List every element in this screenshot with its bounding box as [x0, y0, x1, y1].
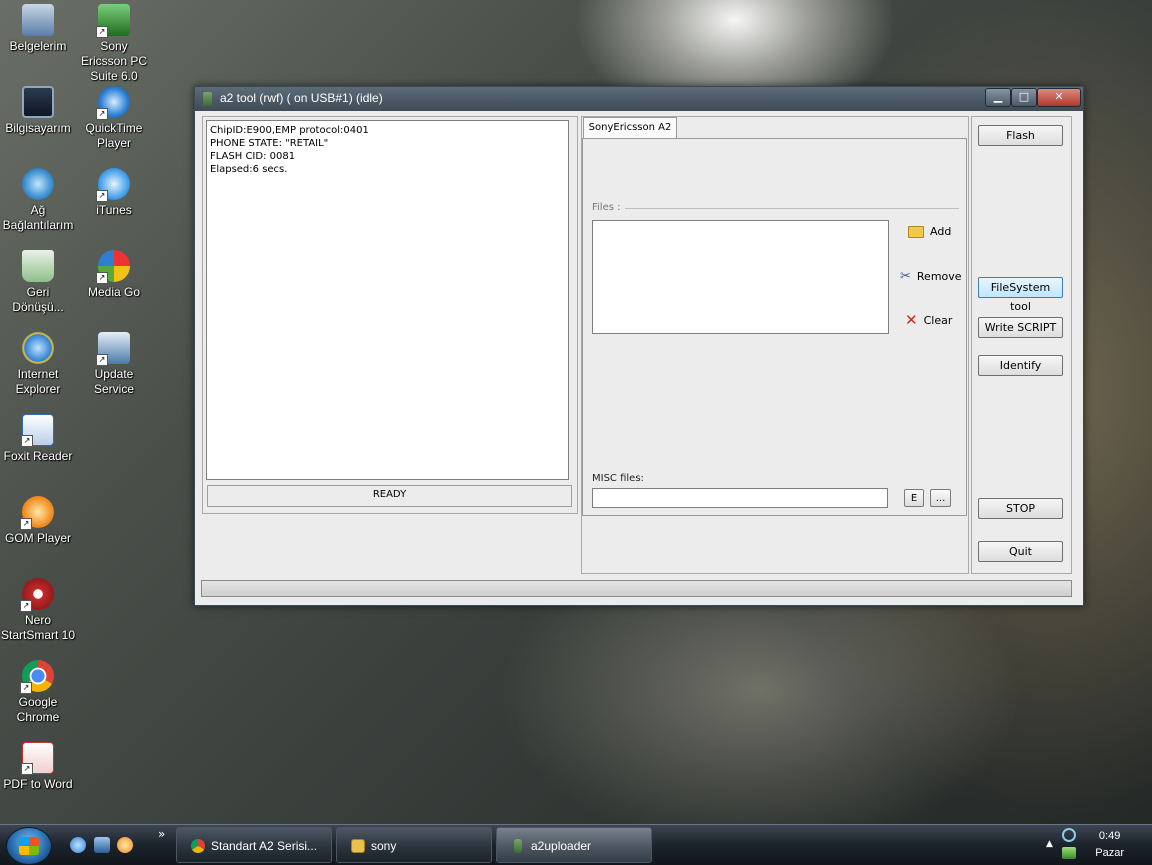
stop-button[interactable]: STOP — [978, 498, 1063, 519]
taskbar: » Standart A2 Serisi... sony a2uploader … — [0, 824, 1152, 865]
e-button[interactable]: E — [904, 489, 924, 507]
log-line: PHONE STATE: "RETAIL" — [210, 138, 329, 149]
red-x-icon: ✕ — [905, 311, 918, 329]
close-button[interactable]: ✕ — [1037, 88, 1081, 107]
gom-player-icon[interactable] — [117, 837, 133, 853]
identify-button[interactable]: Identify — [978, 355, 1063, 376]
remove-button[interactable]: ✂ Remove — [900, 269, 962, 284]
documents-icon — [22, 4, 54, 36]
quick-launch-overflow[interactable]: » — [158, 827, 165, 841]
maximize-button[interactable]: □ — [1011, 88, 1037, 107]
network-globe-icon — [22, 168, 54, 200]
pdf-to-word-icon: ↗ — [21, 742, 54, 775]
taskbar-item-sony[interactable]: sony — [336, 827, 492, 863]
clock-day: Pazar — [1095, 847, 1124, 859]
system-tray: ▲ 0:49 Pazar — [1042, 825, 1152, 865]
clock-time: 0:49 — [1098, 830, 1121, 842]
misc-files-input[interactable] — [592, 488, 888, 508]
files-label: Files : — [592, 202, 621, 213]
windows-logo-icon — [19, 837, 39, 855]
desktop-icon-media-go[interactable]: ↗ Media Go — [76, 250, 152, 300]
desktop-icon-internet-explorer[interactable]: Internet Explorer — [0, 332, 76, 397]
log-line: FLASH CID: 0081 — [210, 151, 296, 162]
tab-sonyericsson-a2[interactable]: SonyEricsson A2 — [583, 117, 677, 140]
start-button[interactable] — [6, 827, 52, 865]
status-bar: READY — [207, 485, 572, 507]
update-service-icon: ↗ — [96, 332, 130, 366]
taskbar-item-label: sony — [371, 839, 397, 853]
log-output[interactable]: ChipID:E900,EMP protocol:0401 PHONE STAT… — [206, 120, 569, 480]
add-button[interactable]: Add — [908, 225, 951, 238]
desktop-icon-belgelerim[interactable]: Belgelerim — [0, 4, 76, 54]
taskbar-item-chrome[interactable]: Standart A2 Serisi... — [176, 827, 332, 863]
misc-files-label: MISC files: — [592, 473, 644, 484]
nero-icon: ↗ — [20, 578, 54, 612]
folder-icon — [351, 839, 365, 853]
desktop-icon-itunes[interactable]: ↗ iTunes — [76, 168, 152, 218]
gom-player-icon: ↗ — [20, 496, 54, 530]
progress-bar — [201, 580, 1072, 597]
taskbar-item-label: Standart A2 Serisi... — [211, 839, 318, 853]
files-separator — [625, 208, 959, 209]
network-icon[interactable] — [1062, 847, 1076, 859]
pc-suite-icon: ↗ — [96, 4, 130, 38]
quicktime-icon: ↗ — [96, 86, 130, 120]
chrome-icon: ↗ — [20, 660, 54, 694]
desktop-icon-foxit[interactable]: ↗ Foxit Reader — [0, 414, 76, 464]
clock[interactable]: 0:49 Pazar — [1095, 828, 1124, 862]
window-title: a2 tool (rwf) ( on USB#1) (idle) — [220, 91, 383, 105]
write-script-button[interactable]: Write SCRIPT — [978, 317, 1063, 338]
show-desktop-icon[interactable] — [94, 837, 110, 853]
computer-icon — [22, 86, 54, 118]
add-label: Add — [930, 225, 952, 238]
browse-button[interactable]: ... — [930, 489, 951, 507]
foxit-reader-icon: ↗ — [21, 414, 54, 447]
log-line: Elapsed:6 secs. — [210, 164, 288, 175]
internet-explorer-icon — [22, 332, 54, 364]
flash-button[interactable]: Flash — [978, 125, 1063, 146]
desktop-icon-pc-suite[interactable]: ↗ Sony Ericsson PC Suite 6.0 — [76, 4, 152, 84]
filesystem-tool-button[interactable]: FileSystem tool — [978, 277, 1063, 313]
remove-label: Remove — [916, 270, 962, 283]
tray-expand-icon[interactable]: ▲ — [1046, 839, 1053, 849]
taskbar-item-label: a2uploader — [531, 839, 592, 853]
chrome-icon — [191, 839, 205, 853]
desktop-icon-nero[interactable]: ↗ Nero StartSmart 10 — [0, 578, 76, 643]
files-list[interactable] — [592, 220, 889, 334]
desktop-icon-quicktime[interactable]: ↗ QuickTime Player — [76, 86, 152, 151]
desktop-icon-update-service[interactable]: ↗ Update Service — [76, 332, 152, 397]
desktop-icon-bilgisayarim[interactable]: Bilgisayarım — [0, 86, 76, 136]
desktop-icon-network[interactable]: Ağ Bağlantılarım — [0, 168, 76, 233]
recycle-bin-icon — [22, 250, 54, 282]
desktop-icon-recycle-bin[interactable]: Geri Dönüşü... — [0, 250, 76, 315]
a2-tool-window: a2 tool (rwf) ( on USB#1) (idle) ▁ □ ✕ C… — [194, 86, 1084, 606]
itunes-icon: ↗ — [96, 168, 130, 202]
quit-button[interactable]: Quit — [978, 541, 1063, 562]
sync-icon[interactable] — [1062, 828, 1076, 842]
app-icon — [203, 92, 212, 106]
tab-body: Files : Add ✂ Remove ✕ Clear MISC files:… — [582, 138, 967, 516]
clear-label: Clear — [923, 313, 953, 327]
title-bar[interactable]: a2 tool (rwf) ( on USB#1) (idle) ▁ □ ✕ — [195, 87, 1083, 111]
internet-explorer-icon[interactable] — [70, 837, 86, 853]
clear-button[interactable]: ✕ Clear — [905, 311, 953, 329]
window-client: ChipID:E900,EMP protocol:0401 PHONE STAT… — [195, 111, 1083, 605]
minimize-button[interactable]: ▁ — [985, 88, 1011, 107]
scissors-icon: ✂ — [900, 269, 911, 284]
media-go-icon: ↗ — [96, 250, 130, 284]
desktop-icon-chrome[interactable]: ↗ Google Chrome — [0, 660, 76, 725]
log-line: ChipID:E900,EMP protocol:0401 — [210, 125, 369, 136]
desktop-icon-pdf-to-word[interactable]: ↗ PDF to Word — [0, 742, 76, 792]
desktop-icon-gom-player[interactable]: ↗ GOM Player — [0, 496, 76, 546]
folder-icon — [908, 225, 924, 238]
a2uploader-icon — [514, 839, 522, 853]
taskbar-item-a2uploader[interactable]: a2uploader — [496, 827, 652, 863]
